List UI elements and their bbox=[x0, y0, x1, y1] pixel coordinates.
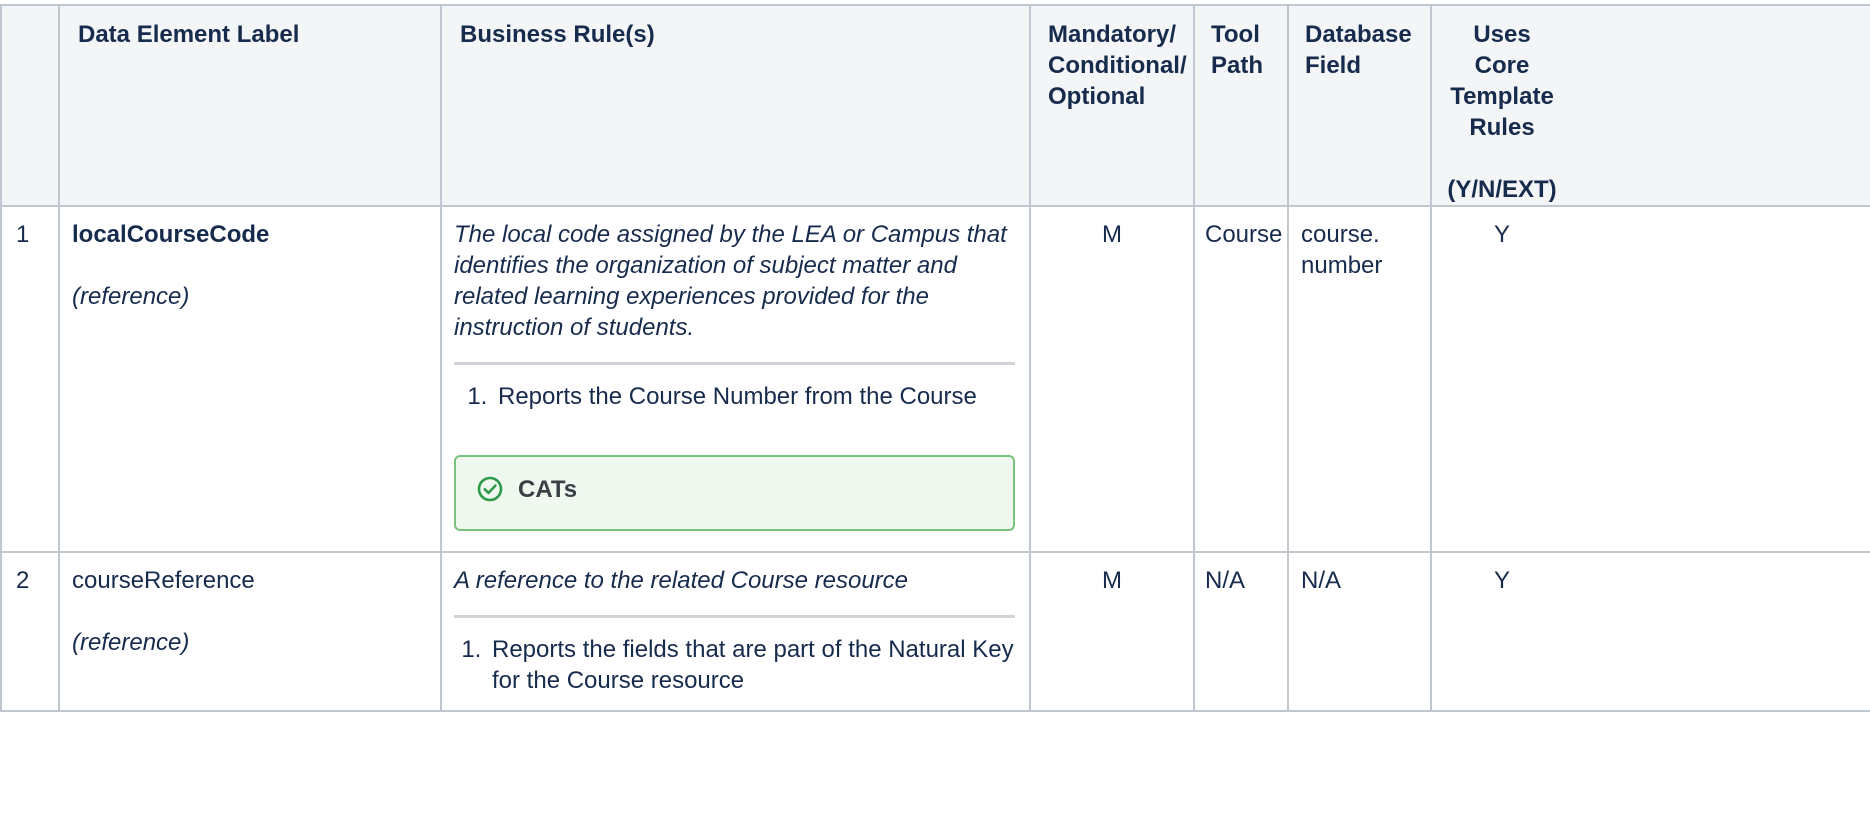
table-row: 2 courseReference (reference) A referenc… bbox=[0, 551, 1870, 712]
header-mco-text: Mandatory/ Conditional/ Optional bbox=[1048, 21, 1187, 110]
rules-list: Reports the Course Number from the Cours… bbox=[454, 381, 1015, 412]
header-core-template-rules: Uses Core Template Rules (Y/N/EXT) bbox=[1430, 4, 1870, 207]
core-rules-value: Y bbox=[1493, 567, 1510, 594]
header-data-element-label: Data Element Label bbox=[58, 4, 442, 207]
mco-cell: M bbox=[1029, 205, 1195, 553]
header-database-field: Database Field bbox=[1287, 4, 1432, 207]
database-field-cell: N/A bbox=[1287, 551, 1432, 712]
core-rules-cell: Y bbox=[1430, 205, 1870, 553]
data-element-cell: courseReference (reference) bbox=[58, 551, 442, 712]
header-row: Data Element Label Business Rule(s) Mand… bbox=[0, 4, 1870, 207]
core-rules-cell: Y bbox=[1430, 551, 1870, 712]
header-rules-text: Business Rule(s) bbox=[460, 21, 655, 48]
header-core-text: Uses Core Template Rules bbox=[1450, 21, 1554, 141]
header-tool-path: Tool Path bbox=[1193, 4, 1289, 207]
database-field-cell: course. number bbox=[1287, 205, 1432, 553]
header-db-field-text: Database Field bbox=[1305, 21, 1412, 79]
data-element-name: localCourseCode bbox=[72, 221, 270, 248]
callout-title: CATs bbox=[518, 476, 578, 503]
rule-divider bbox=[454, 615, 1015, 618]
element-description: A reference to the related Course resour… bbox=[454, 567, 909, 594]
cats-callout: CATs bbox=[454, 455, 1015, 531]
header-core-subtext: (Y/N/EXT) bbox=[1447, 176, 1557, 203]
rule-item: Reports the Course Number from the Cours… bbox=[494, 381, 1015, 412]
rules-list: Reports the fields that are part of the … bbox=[454, 634, 1015, 696]
header-number bbox=[0, 4, 60, 207]
data-element-type: (reference) bbox=[72, 629, 190, 656]
business-rules-cell: The local code assigned by the LEA or Ca… bbox=[440, 205, 1031, 553]
header-business-rules: Business Rule(s) bbox=[440, 4, 1031, 207]
row-number: 1 bbox=[0, 205, 60, 553]
data-element-type: (reference) bbox=[72, 283, 190, 310]
element-description: The local code assigned by the LEA or Ca… bbox=[454, 221, 1007, 341]
check-circle-icon bbox=[477, 476, 503, 502]
business-rules-cell: A reference to the related Course resour… bbox=[440, 551, 1031, 712]
core-rules-value: Y bbox=[1493, 221, 1510, 248]
tool-path-cell: Course bbox=[1193, 205, 1289, 553]
data-element-name: courseReference bbox=[72, 567, 255, 594]
table-row: 1 localCourseCode (reference) The local … bbox=[0, 205, 1870, 553]
data-element-cell: localCourseCode (reference) bbox=[58, 205, 442, 553]
mco-cell: M bbox=[1029, 551, 1195, 712]
header-tool-path-text: Tool Path bbox=[1211, 21, 1264, 79]
header-mandatory-conditional-optional: Mandatory/ Conditional/ Optional bbox=[1029, 4, 1195, 207]
tool-path-cell: N/A bbox=[1193, 551, 1289, 712]
row-number: 2 bbox=[0, 551, 60, 712]
rule-divider bbox=[454, 362, 1015, 365]
rule-item: Reports the fields that are part of the … bbox=[488, 634, 1015, 696]
data-elements-table: Data Element Label Business Rule(s) Mand… bbox=[0, 4, 1870, 712]
header-label-text: Data Element Label bbox=[78, 21, 300, 48]
